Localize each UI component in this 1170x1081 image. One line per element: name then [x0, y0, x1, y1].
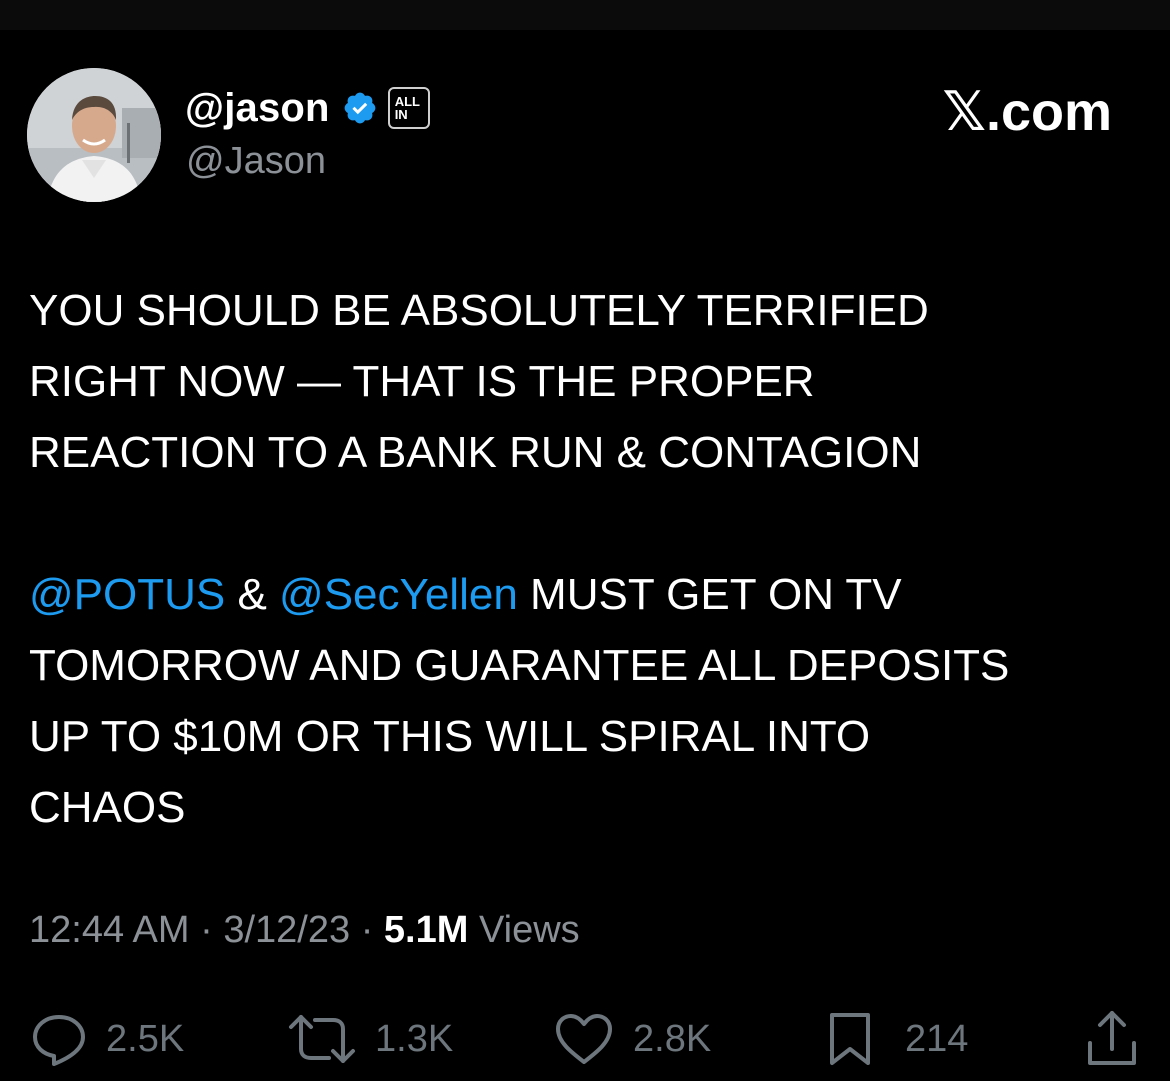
bookmark-button[interactable]: 214	[825, 1004, 968, 1074]
tweet-line-rest: MUST GET ON TV	[517, 570, 902, 619]
tweet-line: REACTION TO A BANK RUN & CONTAGION	[29, 428, 922, 477]
tweet-line: UP TO $10M OR THIS WILL SPIRAL INTO	[29, 712, 871, 761]
avatar-image	[27, 68, 161, 202]
bookmark-count: 214	[905, 1017, 969, 1060]
tweet-line: @POTUS & @SecYellen MUST GET ON TV	[29, 559, 1139, 630]
action-bar: 2.5K 1.3K 2.8K 214	[0, 1004, 1170, 1074]
author-name-row: @jason ALL IN	[185, 80, 430, 136]
meta-separator: ·	[189, 909, 224, 951]
tweet-line: TOMORROW AND GUARANTEE ALL DEPOSITS	[29, 641, 1010, 690]
tweet-meta: 12:44 AM · 3/12/23 · 5.1M Views	[29, 909, 580, 952]
like-button[interactable]: 2.8K	[553, 1004, 711, 1074]
tweet-time[interactable]: 12:44 AM	[29, 909, 190, 951]
affiliate-badge-line2: IN	[394, 107, 408, 122]
share-button[interactable]	[1084, 1004, 1140, 1074]
reply-icon	[33, 1015, 85, 1066]
heart-icon	[556, 1014, 612, 1064]
views-label: Views	[468, 909, 580, 951]
tweet-line: YOU SHOULD BE ABSOLUTELY TERRIFIED	[29, 286, 929, 335]
tweet-date[interactable]: 3/12/23	[223, 909, 350, 951]
reply-button[interactable]: 2.5K	[30, 1004, 184, 1074]
affiliate-badge[interactable]: ALL IN	[387, 87, 430, 129]
display-name[interactable]: @jason	[185, 86, 330, 131]
mention-potus-link[interactable]: @POTUS	[29, 570, 225, 619]
site-logo: 𝕏.com	[942, 82, 1112, 142]
bookmark-icon	[830, 1013, 870, 1065]
repost-button[interactable]: 1.3K	[287, 1004, 453, 1074]
repost-icon	[289, 1015, 355, 1063]
verified-badge-icon[interactable]	[342, 90, 378, 126]
mention-connector: &	[225, 570, 280, 619]
avatar[interactable]	[27, 68, 161, 202]
like-count: 2.8K	[633, 1017, 712, 1060]
repost-count: 1.3K	[375, 1017, 454, 1060]
tweet-text: YOU SHOULD BE ABSOLUTELY TERRIFIED RIGHT…	[29, 275, 1139, 843]
tweet-line: CHAOS	[29, 783, 186, 832]
views-count[interactable]: 5.1M	[384, 909, 468, 951]
tweet-line: RIGHT NOW — THAT IS THE PROPER	[29, 357, 815, 406]
top-bar	[0, 0, 1170, 30]
reply-count: 2.5K	[106, 1017, 185, 1060]
share-icon	[1088, 1011, 1136, 1065]
meta-separator: ·	[350, 909, 384, 951]
mention-secyellen-link[interactable]: @SecYellen	[279, 570, 518, 619]
author-handle[interactable]: @Jason	[186, 140, 326, 183]
